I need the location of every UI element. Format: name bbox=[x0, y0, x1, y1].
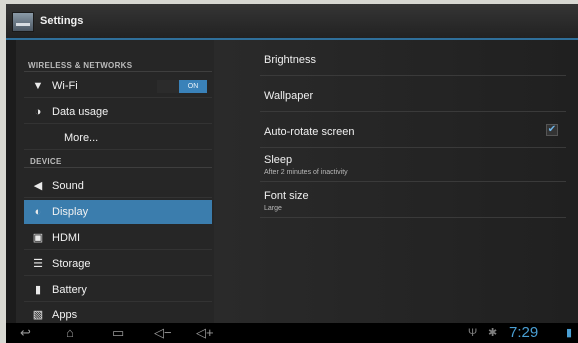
sidebar-item-label: Battery bbox=[52, 284, 87, 296]
apps-icon: ▧ bbox=[32, 309, 44, 321]
back-icon[interactable]: ↩ bbox=[20, 325, 31, 341]
setting-summary: After 2 minutes of inactivity bbox=[264, 169, 348, 176]
action-bar: Settings bbox=[6, 4, 578, 40]
sidebar-item-label: Wi-Fi bbox=[52, 80, 78, 92]
sidebar-item-storage[interactable]: ☰ Storage bbox=[24, 252, 212, 276]
wifi-toggle[interactable]: ON bbox=[157, 80, 207, 93]
debug-icon: ✱ bbox=[488, 327, 498, 339]
sidebar-item-hdmi[interactable]: ▣ HDMI bbox=[24, 226, 212, 250]
data-usage-icon: ◑ bbox=[34, 106, 42, 118]
usb-icon: Ψ bbox=[468, 327, 478, 339]
section-divider bbox=[24, 167, 212, 168]
section-header-wireless: WIRELESS & NETWORKS bbox=[28, 61, 133, 70]
volume-up-icon[interactable]: ◁+ bbox=[196, 325, 214, 341]
setting-title: Brightness bbox=[264, 54, 316, 66]
battery-status-icon: ▮ bbox=[566, 327, 573, 339]
sidebar-item-label: Sound bbox=[52, 180, 84, 192]
sidebar-item-display[interactable]: ◐ Display bbox=[24, 200, 212, 224]
hdmi-icon: ▣ bbox=[32, 232, 44, 244]
system-navigation-bar: ↩ ⌂ ▭ ◁− ◁+ Ψ ✱ 7:29 ▮ bbox=[6, 323, 578, 343]
sleep-setting[interactable]: Sleep After 2 minutes of inactivity bbox=[260, 150, 566, 182]
status-clock: 7:29 bbox=[509, 324, 539, 341]
setting-title: Auto-rotate screen bbox=[264, 126, 355, 138]
wifi-icon: ▼ bbox=[32, 80, 44, 92]
section-divider bbox=[24, 71, 212, 72]
sidebar-item-label: Apps bbox=[52, 309, 78, 321]
volume-down-icon[interactable]: ◁− bbox=[154, 325, 172, 341]
sidebar-item-sound[interactable]: ◀ Sound bbox=[24, 174, 212, 198]
home-icon[interactable]: ⌂ bbox=[66, 325, 74, 341]
app-title: Settings bbox=[40, 15, 84, 27]
sidebar-item-more[interactable]: More... bbox=[24, 126, 212, 150]
sidebar-item-label: HDMI bbox=[52, 232, 81, 244]
sidebar-item-battery[interactable]: ▮ Battery bbox=[24, 278, 212, 302]
toggle-on-label: ON bbox=[179, 80, 207, 93]
setting-title: Sleep bbox=[264, 154, 293, 166]
setting-title: Font size bbox=[264, 190, 309, 202]
sidebar-item-wifi[interactable]: ▼ Wi-Fi ON bbox=[24, 74, 212, 98]
setting-title: Wallpaper bbox=[264, 90, 314, 102]
font-size-setting[interactable]: Font size Large bbox=[260, 184, 566, 218]
sidebar-item-label: More... bbox=[64, 132, 99, 144]
battery-icon: ▮ bbox=[34, 284, 42, 296]
recents-icon[interactable]: ▭ bbox=[112, 325, 124, 341]
section-header-device: DEVICE bbox=[30, 157, 62, 166]
sidebar-item-label: Storage bbox=[52, 258, 91, 270]
sidebar-item-label: Display bbox=[52, 206, 89, 218]
sidebar-item-data-usage[interactable]: ◑ Data usage bbox=[24, 100, 212, 124]
wallpaper-setting[interactable]: Wallpaper bbox=[260, 78, 566, 112]
display-icon: ◐ bbox=[34, 206, 42, 218]
setting-summary: Large bbox=[264, 205, 282, 212]
auto-rotate-checkbox[interactable]: ✔ bbox=[546, 124, 558, 136]
brightness-setting[interactable]: Brightness bbox=[260, 44, 566, 76]
sidebar-item-label: Data usage bbox=[52, 106, 109, 118]
settings-app-icon[interactable] bbox=[12, 12, 34, 32]
auto-rotate-setting[interactable]: Auto-rotate screen ✔ bbox=[260, 114, 566, 148]
speaker-icon: ◀ bbox=[33, 180, 43, 192]
storage-icon: ☰ bbox=[33, 258, 43, 270]
tablet-screen: Settings WIRELESS & NETWORKS ▼ Wi-Fi ON … bbox=[6, 4, 578, 343]
